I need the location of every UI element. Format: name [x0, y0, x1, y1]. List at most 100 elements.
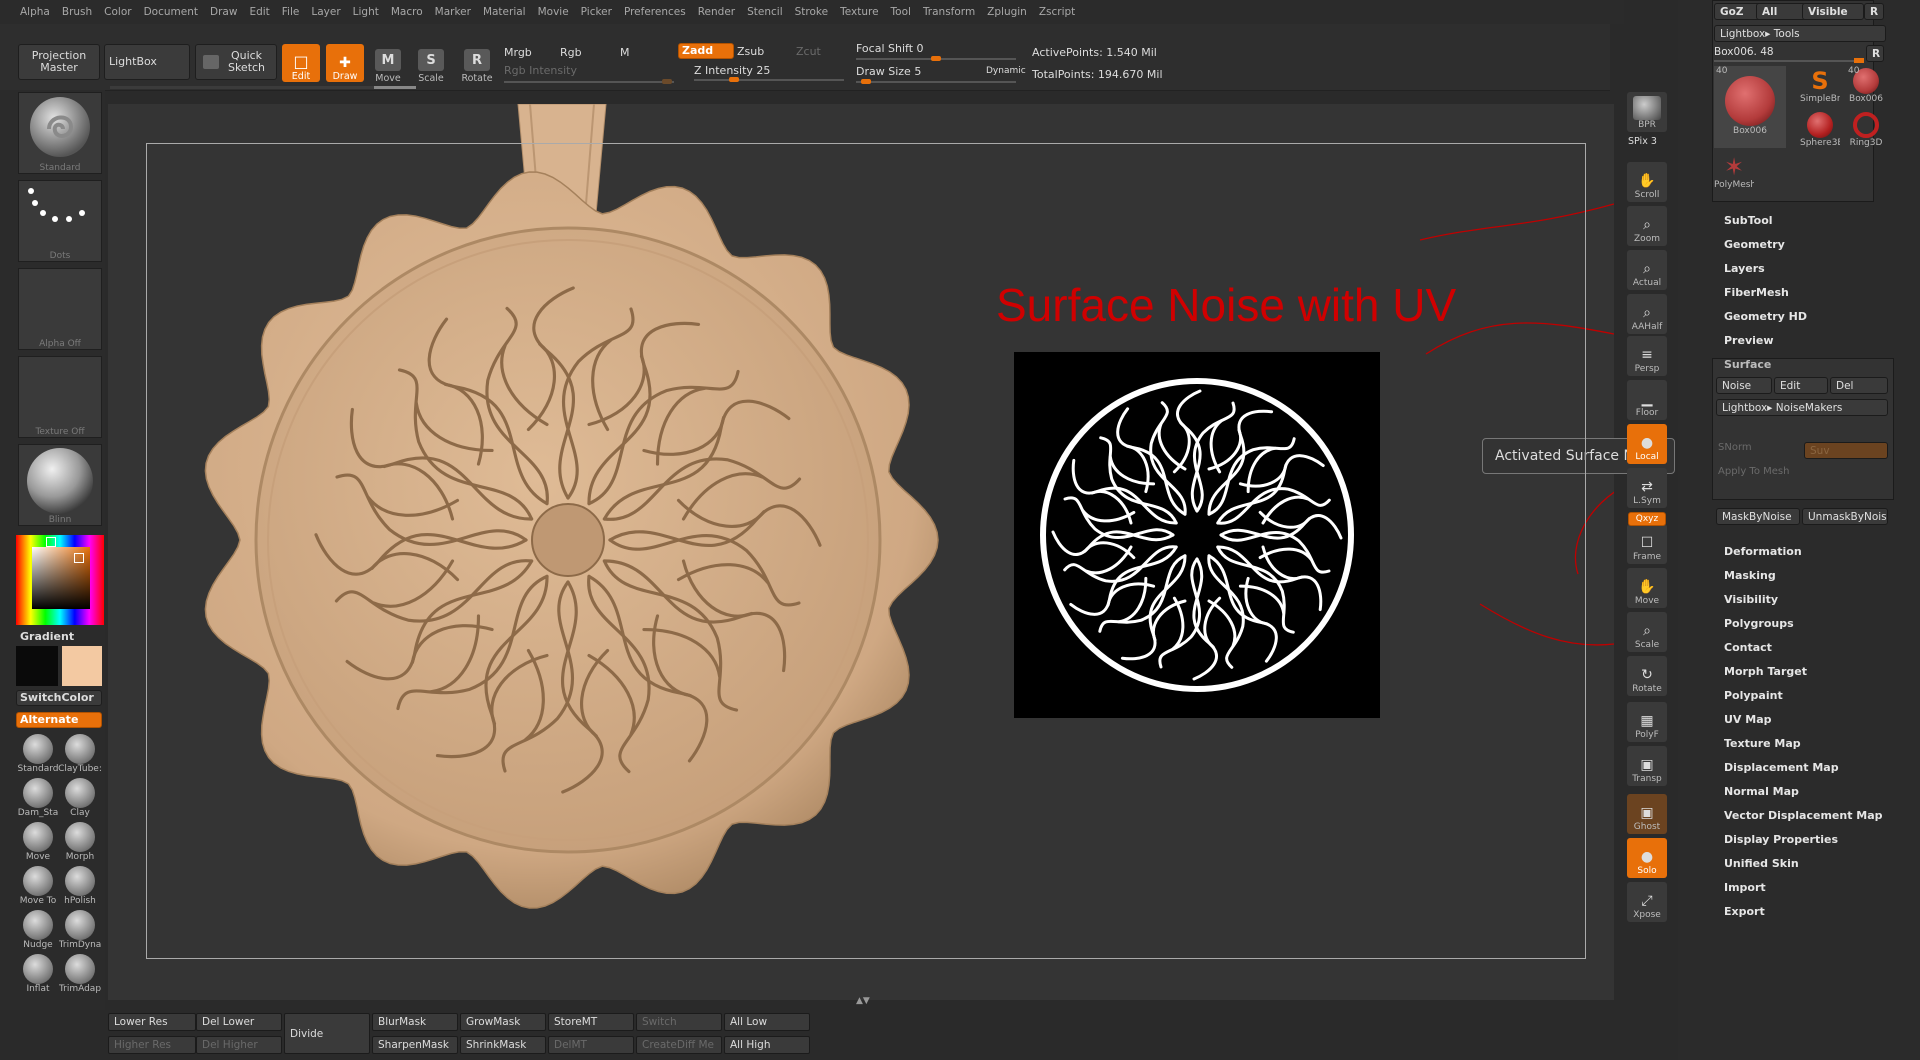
tool-thumb-ring3d[interactable]: Ring3D [1846, 110, 1886, 150]
toolbar-scroll-track[interactable] [110, 86, 416, 89]
spix-slider[interactable]: SPix 3 [1628, 136, 1657, 147]
menu-movie[interactable]: Movie [532, 6, 575, 18]
floor-button[interactable]: ▁ Floor [1627, 380, 1667, 420]
texture-thumbnail[interactable]: Texture Off [18, 356, 102, 438]
mrgb-button[interactable]: Mrgb [504, 46, 532, 59]
zadd-button[interactable]: Zadd [678, 43, 734, 59]
zcut-button[interactable]: Zcut [796, 45, 821, 58]
menu-color[interactable]: Color [98, 6, 137, 18]
move-button[interactable]: M Move [369, 44, 407, 84]
shrink-mask-button[interactable]: ShrinkMask [460, 1036, 546, 1054]
menu-polypaint[interactable]: Polypaint [1724, 689, 1783, 702]
polyf-button[interactable]: ▦ PolyF [1627, 702, 1667, 742]
menu-zscript[interactable]: Zscript [1033, 6, 1081, 18]
bottom-shelf-toggle[interactable]: ▲▼ [800, 996, 926, 1006]
focal-shift-knob[interactable] [931, 56, 941, 61]
draw-size-slider[interactable]: Draw Size 5 [856, 65, 946, 78]
primary-color-swatch[interactable] [16, 646, 58, 686]
menu-layer[interactable]: Layer [305, 6, 346, 18]
alpha-thumbnail[interactable]: Alpha Off [18, 268, 102, 350]
menu-export[interactable]: Export [1724, 905, 1765, 918]
z-intensity-knob[interactable] [729, 77, 739, 82]
apply-to-mesh-button[interactable]: Apply To Mesh [1718, 466, 1789, 477]
focal-shift-track[interactable] [856, 56, 1016, 61]
store-mt-button[interactable]: StoreMT [548, 1013, 634, 1031]
brush-6[interactable]: Morph [58, 822, 102, 866]
scale-button[interactable]: S Scale [412, 44, 450, 84]
lightbox-noisemakers-button[interactable]: Lightbox▸ NoiseMakers [1716, 399, 1888, 416]
menu-render[interactable]: Render [692, 6, 741, 18]
surface-edit-button[interactable]: Edit [1774, 377, 1828, 394]
brush-10[interactable]: TrimDyna [58, 910, 102, 954]
aahalf-button[interactable]: ⌕ AAHalf [1627, 294, 1667, 334]
persp-button[interactable]: ≡ Persp [1627, 336, 1667, 376]
lower-res-button[interactable]: Lower Res [108, 1013, 196, 1031]
hue-marker[interactable] [46, 537, 56, 547]
menu-visibility[interactable]: Visibility [1724, 593, 1778, 606]
menu-displacement-map[interactable]: Displacement Map [1724, 761, 1839, 774]
menu-unified-skin[interactable]: Unified Skin [1724, 857, 1799, 870]
menu-polygroups[interactable]: Polygroups [1724, 617, 1794, 630]
draw-button[interactable]: ✚ Draw [326, 44, 364, 82]
menu-macro[interactable]: Macro [385, 6, 429, 18]
zoom-button[interactable]: ⌕ Zoom [1627, 206, 1667, 246]
blur-mask-button[interactable]: BlurMask [372, 1013, 458, 1031]
menu-deformation[interactable]: Deformation [1724, 545, 1802, 558]
menu-brush[interactable]: Brush [56, 6, 98, 18]
menu-vector-displacement-map[interactable]: Vector Displacement Map [1724, 809, 1883, 822]
del-higher-button[interactable]: Del Higher [196, 1036, 282, 1054]
lsym-button[interactable]: ⇄ L.Sym [1627, 468, 1667, 508]
local-button[interactable]: ● Local [1627, 424, 1667, 464]
menu-import[interactable]: Import [1724, 881, 1766, 894]
menu-picker[interactable]: Picker [575, 6, 618, 18]
menu-draw[interactable]: Draw [204, 6, 243, 18]
menu-preview[interactable]: Preview [1724, 334, 1774, 347]
rgb-button[interactable]: Rgb [560, 46, 582, 59]
alternate-button[interactable]: Alternate [16, 712, 102, 728]
menu-light[interactable]: Light [347, 6, 385, 18]
solo-button[interactable]: ● Solo [1627, 838, 1667, 878]
menu-document[interactable]: Document [138, 6, 204, 18]
material-thumbnail[interactable]: Blinn [18, 444, 102, 526]
scale-button[interactable]: ⌕ Scale [1627, 612, 1667, 652]
menu-tool[interactable]: Tool [885, 6, 917, 18]
rgb-intensity-slider[interactable]: Rgb Intensity [504, 64, 577, 77]
xpose-button[interactable]: ⤢ Xpose [1627, 882, 1667, 922]
menu-normal-map[interactable]: Normal Map [1724, 785, 1799, 798]
menu-morph-target[interactable]: Morph Target [1724, 665, 1807, 678]
menu-fibermesh[interactable]: FiberMesh [1724, 286, 1789, 299]
draw-size-track[interactable] [856, 79, 1016, 84]
rgb-intensity-track[interactable] [504, 79, 674, 84]
create-diff-mesh-button[interactable]: CreateDiff Me [636, 1036, 722, 1054]
bpr-button[interactable]: BPR [1627, 92, 1667, 132]
all-button[interactable]: All [1756, 3, 1806, 20]
symmetry-xyz-button[interactable]: Qxyz [1628, 512, 1666, 526]
r-tool-button[interactable]: R [1866, 45, 1884, 62]
rotate-button[interactable]: ↻ Rotate [1627, 656, 1667, 696]
lightbox-tools-button[interactable]: Lightbox▸ Tools [1714, 25, 1886, 42]
z-intensity-slider[interactable]: Z Intensity 25 [694, 64, 844, 77]
brush-4[interactable]: Clay [58, 778, 102, 822]
tool-thumb-polymesh[interactable]: ✶ PolyMesh [1714, 152, 1754, 192]
m-button[interactable]: M [620, 46, 630, 59]
z-intensity-track[interactable] [694, 77, 844, 82]
brush-12[interactable]: TrimAdap [58, 954, 102, 998]
sharpen-mask-button[interactable]: SharpenMask [372, 1036, 458, 1054]
brush-thumbnail[interactable]: Standard [18, 92, 102, 174]
brush-2[interactable]: ClayTube: [58, 734, 102, 778]
menu-file[interactable]: File [276, 6, 306, 18]
menu-layers[interactable]: Layers [1724, 262, 1765, 275]
all-high-button[interactable]: All High [724, 1036, 810, 1054]
brush-5[interactable]: Move [16, 822, 60, 866]
switchcolor-button[interactable]: SwitchColor [16, 690, 102, 706]
brush-7[interactable]: Move To [16, 866, 60, 910]
menu-geometry[interactable]: Geometry [1724, 238, 1785, 251]
menu-alpha[interactable]: Alpha [14, 6, 56, 18]
menu-uv-map[interactable]: UV Map [1724, 713, 1772, 726]
all-low-button[interactable]: All Low [724, 1013, 810, 1031]
rotate-button[interactable]: R Rotate [458, 44, 496, 84]
higher-res-button[interactable]: Higher Res [108, 1036, 196, 1054]
actual-button[interactable]: ⌕ Actual [1627, 250, 1667, 290]
ghost-button[interactable]: ▣ Ghost [1627, 794, 1667, 834]
brush-8[interactable]: hPolish [58, 866, 102, 910]
